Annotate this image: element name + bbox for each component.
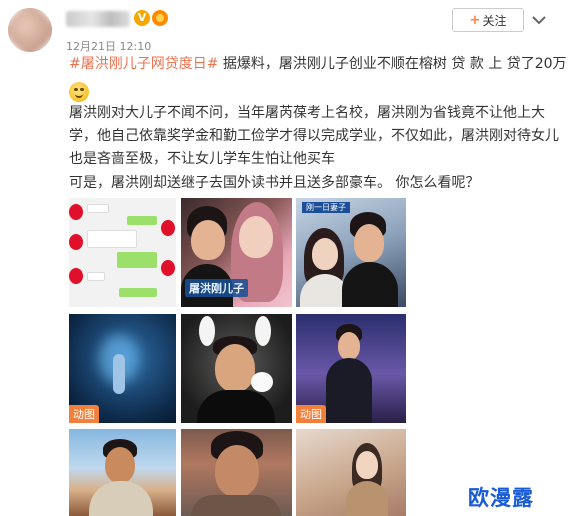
follow-label: 关注 bbox=[482, 13, 507, 28]
weibo-post: V 12月21日 12:10 + 关注 #屠洪刚儿子网贷度日# 据爆料，屠洪刚儿… bbox=[0, 0, 579, 516]
plus-icon: + bbox=[469, 12, 481, 28]
image-thumb-vintage-photo[interactable] bbox=[296, 429, 406, 516]
image-thumb-beach-portrait[interactable] bbox=[69, 429, 176, 516]
redaction-mark bbox=[69, 204, 83, 220]
image-caption: 屠洪刚儿子 bbox=[185, 279, 248, 297]
smile-emoji-icon bbox=[69, 82, 89, 102]
image-thumb-performance-gif[interactable]: 动图 bbox=[296, 314, 406, 423]
image-thumb-couple-selfie[interactable]: 屠洪刚儿子 bbox=[181, 198, 292, 307]
redaction-mark bbox=[161, 220, 175, 236]
watermark-text: 欧漫露 bbox=[468, 486, 534, 510]
vip-badge-icon bbox=[152, 10, 168, 26]
chevron-down-icon[interactable] bbox=[530, 12, 548, 28]
chat-bubble bbox=[127, 216, 157, 225]
redaction-mark bbox=[69, 268, 83, 284]
image-thumb-stage-gif[interactable]: 动图 bbox=[69, 314, 176, 423]
verified-badge-icon: V bbox=[134, 10, 150, 26]
image-thumb-closeup-portrait[interactable] bbox=[181, 429, 292, 516]
chat-bubble bbox=[119, 288, 157, 297]
post-text-line-5: 可是，屠洪刚却送继子去国外读书并且送多部豪车。 你怎么看呢？ bbox=[69, 175, 480, 191]
image-caption: 刚一日妻子 bbox=[302, 202, 350, 213]
follow-button[interactable]: + 关注 bbox=[452, 8, 524, 32]
post-text-line-4: 也是吝啬至极，不让女儿学车生怕让他买车 bbox=[69, 151, 335, 167]
image-thumb-couple-photo[interactable]: 刚一日妻子 bbox=[296, 198, 406, 307]
post-text-segment: 据爆料，屠洪刚儿子创业不顺在榕树 贷 款 上 贷了20万 bbox=[218, 56, 567, 72]
avatar[interactable] bbox=[8, 8, 52, 52]
topic-link[interactable]: #屠洪刚儿子网贷度日# bbox=[69, 56, 218, 72]
chat-bubble bbox=[87, 272, 105, 281]
image-thumb-rabbit-ears-gif[interactable] bbox=[181, 314, 292, 423]
sticker-icon bbox=[251, 372, 273, 392]
redaction-mark bbox=[161, 260, 175, 276]
username-blurred[interactable] bbox=[66, 11, 130, 27]
gif-badge: 动图 bbox=[69, 405, 99, 423]
gif-badge: 动图 bbox=[296, 405, 326, 423]
post-timestamp[interactable]: 12月21日 12:10 bbox=[66, 38, 151, 54]
image-thumb-chat-screenshot[interactable] bbox=[69, 198, 176, 307]
post-text-line-1: #屠洪刚儿子网贷度日# 据爆料，屠洪刚儿子创业不顺在榕树 贷 款 上 贷了20万 bbox=[69, 54, 567, 74]
post-text-line-3: 学，他自己依靠奖学金和勤工俭学才得以完成学业，不仅如此，屠洪刚对待女儿 bbox=[69, 128, 559, 144]
chat-bubble bbox=[87, 230, 137, 248]
chat-bubble bbox=[87, 204, 109, 213]
post-text-line-2: 屠洪刚对大儿子不闻不问，当年屠芮葆考上名校，屠洪刚为省钱竟不让他上大 bbox=[69, 105, 545, 121]
redaction-mark bbox=[69, 234, 83, 250]
chat-bubble bbox=[117, 252, 157, 268]
